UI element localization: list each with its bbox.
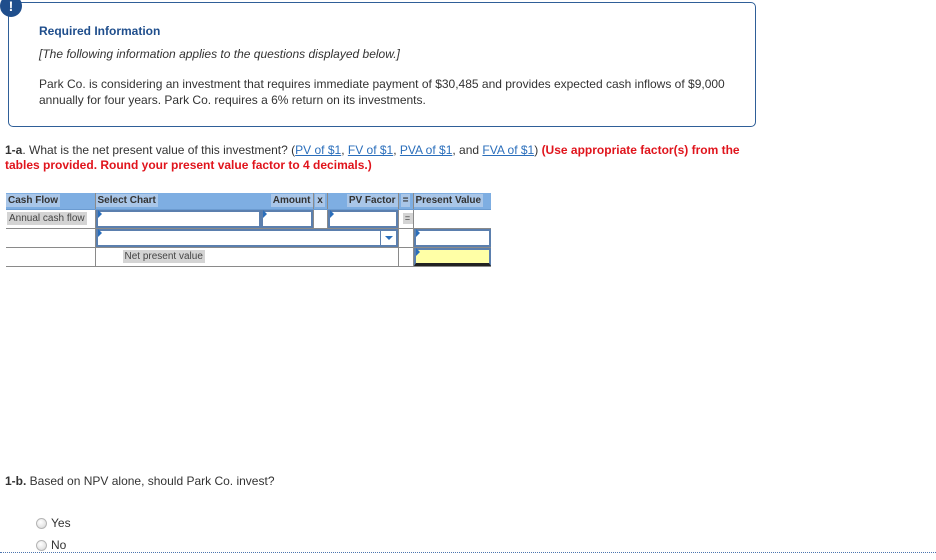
required-information-box: Required Information [The following info… [8,2,756,127]
npv-table: Cash Flow Select Chart Amount x PV Facto… [6,193,491,267]
section-divider [0,552,936,553]
option-label: Yes [51,516,71,530]
option-label: No [51,538,67,552]
question-1a: 1-a. What is the net present value of th… [5,143,765,173]
question-1b: 1-b. Based on NPV alone, should Park Co.… [5,474,275,488]
question-text: . What is the net present value of this … [22,143,296,157]
present-value-input[interactable] [413,228,491,247]
fv-of-1-link[interactable]: FV of $1 [348,143,393,157]
radio-yes[interactable] [36,517,47,529]
info-title: Required Information [39,24,161,38]
separator: , [393,143,400,157]
pva-of-1-link[interactable]: PVA of $1 [400,143,452,157]
table-row [6,228,491,248]
cash-flow-dropdown[interactable] [95,228,398,247]
separator: , [341,143,348,157]
header-multiply: x [315,194,325,208]
net-present-value-input[interactable] [413,247,491,266]
amount-input[interactable] [261,209,313,228]
table-header-row: Cash Flow Select Chart Amount x PV Facto… [6,193,491,210]
row-label-annual-cash-flow: Annual cash flow [7,212,87,225]
header-pv-factor: PV Factor [346,194,398,208]
info-body: Park Co. is considering an investment th… [39,77,725,107]
header-cash-flow: Cash Flow [6,194,61,208]
fva-of-1-link[interactable]: FVA of $1 [482,143,534,157]
option-yes[interactable]: Yes [36,516,71,530]
option-no[interactable]: No [36,538,66,552]
header-equals: = [400,194,411,208]
separator: , and [452,143,483,157]
net-present-value-label: Net present value [122,250,205,263]
question-number: 1-b. [5,474,27,488]
pv-of-1-link[interactable]: PV of $1 [295,143,341,157]
select-chart-input[interactable] [95,209,261,228]
radio-no[interactable] [36,539,47,551]
header-amount: Amount [270,194,313,208]
table-row: Annual cash flow = [6,209,491,229]
separator: ) [534,143,542,157]
chevron-down-icon[interactable] [379,230,396,245]
info-note: [The following information applies to th… [39,47,400,61]
table-row: Net present value [6,247,491,267]
equals-sign: = [402,213,413,224]
question-number: 1-a [5,143,23,157]
header-present-value: Present Value [413,194,484,208]
pv-factor-input[interactable] [327,209,398,228]
question-text: Based on NPV alone, should Park Co. inve… [26,474,275,488]
header-select-chart: Select Chart [95,194,158,208]
